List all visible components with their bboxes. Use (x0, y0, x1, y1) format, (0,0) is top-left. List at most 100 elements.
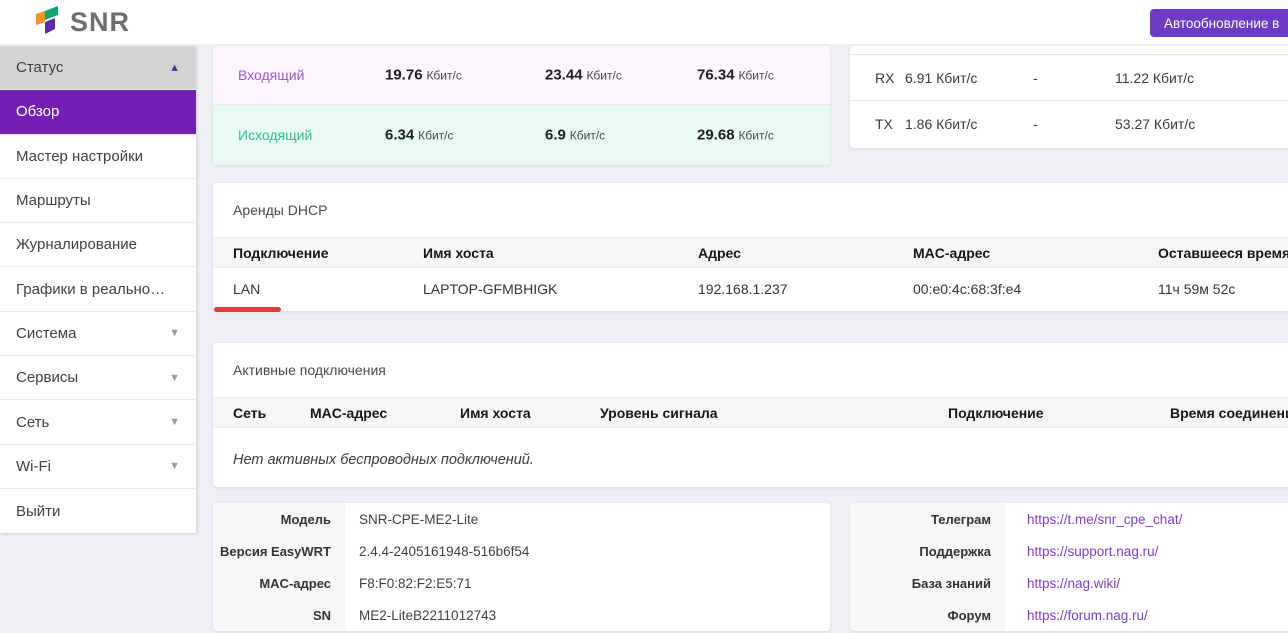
sidebar-item-setup-wizard[interactable]: Мастер настройки (0, 135, 196, 179)
traffic-label: Входящий (238, 67, 304, 83)
dhcp-table-row: LAN LAPTOP-GFMBHIGK 192.168.1.237 00:e0:… (213, 268, 1288, 310)
info-label: Модель (213, 503, 345, 535)
sidebar-item-label: Сервисы (16, 369, 78, 386)
sidebar-item-services[interactable]: Сервисы ▼ (0, 356, 196, 400)
sidebar-item-system[interactable]: Система ▼ (0, 312, 196, 356)
info-row-mac: MAC-адрес F8:F0:82:F2:E5:71 (213, 567, 830, 599)
sidebar-item-overview[interactable]: Обзор (0, 90, 196, 134)
support-link[interactable]: https://support.nag.ru/ (1027, 544, 1158, 559)
dhcp-connection-cell: LAN (233, 281, 260, 297)
traffic-value: 76.34 Кбит/с (697, 67, 774, 84)
column-header: Время соединения (1170, 405, 1288, 421)
top-header: SNR Автообновление в (0, 0, 1288, 44)
support-links-card: Телеграм https://t.me/snr_cpe_chat/ Подд… (850, 503, 1288, 631)
link-label: Телеграм (850, 503, 1005, 535)
active-connections-title: Активные подключения (213, 343, 1288, 397)
column-header: Подключение (948, 405, 1044, 421)
telegram-link[interactable]: https://t.me/snr_cpe_chat/ (1027, 512, 1182, 527)
sidebar-item-network[interactable]: Сеть ▼ (0, 400, 196, 444)
column-header: Оставшееся время а (1158, 245, 1288, 261)
auto-refresh-button[interactable]: Автообновление в (1150, 9, 1288, 37)
chevron-down-icon: ▼ (169, 327, 180, 339)
wan-stats-card: RX 6.91 Кбит/с - 11.22 Кбит/с TX 1.86 Кб… (850, 46, 1288, 148)
wan-card-top-strip (850, 46, 1288, 55)
chevron-down-icon: ▼ (169, 460, 180, 472)
traffic-value: 6.9 Кбит/с (545, 127, 605, 144)
sidebar-nav: Статус ▲ Обзор Мастер настройки Маршруты… (0, 46, 196, 533)
dhcp-address-cell: 192.168.1.237 (698, 281, 788, 297)
traffic-value: 29.68 Кбит/с (697, 127, 774, 144)
sidebar-item-realtime-graphs[interactable]: Графики в реальном в... (0, 267, 196, 311)
traffic-value: 6.34 Кбит/с (385, 127, 454, 144)
dhcp-table-header: Подключение Имя хоста Адрес MAC-адрес Ос… (213, 237, 1288, 268)
sidebar-item-label: Выйти (16, 503, 60, 520)
rx-dash: - (1033, 70, 1038, 86)
traffic-label: Исходящий (238, 127, 312, 143)
logo-text: SNR (70, 5, 130, 39)
column-header: Уровень сигнала (600, 405, 718, 421)
traffic-value: 23.44 Кбит/с (545, 67, 622, 84)
column-header: Сеть (233, 405, 266, 421)
sidebar-item-logging[interactable]: Журналирование (0, 223, 196, 267)
link-row-forum: Форум https://forum.nag.ru/ (850, 599, 1288, 631)
traffic-row-incoming: Входящий 19.76 Кбит/с 23.44 Кбит/с 76.34… (213, 46, 830, 105)
info-row-serial: SN ME2-LiteB2211012743 (213, 599, 830, 631)
info-row-firmware: Версия EasyWRT 2.4.4-2405161948-516b6f54 (213, 535, 830, 567)
tx-label: TX (875, 116, 893, 132)
column-header: Подключение (233, 245, 329, 261)
snr-logo: SNR (34, 5, 130, 39)
link-row-knowledge-base: База знаний https://nag.wiki/ (850, 567, 1288, 599)
rx-value-2: 11.22 Кбит/с (1115, 70, 1194, 86)
tx-dash: - (1033, 116, 1038, 132)
chevron-up-icon: ▲ (169, 62, 180, 74)
info-value: SNR-CPE-ME2-Lite (345, 512, 478, 527)
traffic-summary-card: Входящий 19.76 Кбит/с 23.44 Кбит/с 76.34… (213, 46, 830, 165)
link-label: Форум (850, 599, 1005, 631)
tx-value-2: 53.27 Кбит/с (1115, 116, 1195, 132)
column-header: Адрес (698, 245, 741, 261)
traffic-value: 19.76 Кбит/с (385, 67, 462, 84)
sidebar-item-label: Маршруты (16, 192, 91, 209)
dhcp-card-title: Аренды DHCP (213, 183, 1288, 237)
dhcp-hostname-cell: LAPTOP-GFMBHIGK (423, 281, 557, 297)
link-label: База знаний (850, 567, 1005, 599)
sidebar-item-logout[interactable]: Выйти (0, 489, 196, 533)
sidebar-item-label: Обзор (16, 103, 59, 120)
wan-row-rx: RX 6.91 Кбит/с - 11.22 Кбит/с (850, 55, 1288, 101)
info-label: Версия EasyWRT (213, 535, 345, 567)
sidebar-item-label: Сеть (16, 414, 49, 431)
chevron-down-icon: ▼ (169, 372, 180, 384)
column-header: Имя хоста (423, 245, 494, 261)
sidebar-item-label: Статус (16, 59, 63, 76)
info-label: MAC-адрес (213, 567, 345, 599)
tx-value-1: 1.86 Кбит/с (905, 116, 977, 132)
dhcp-mac-cell: 00:e0:4c:68:3f:e4 (913, 281, 1021, 297)
no-active-connections-message: Нет активных беспроводных подключений. (213, 428, 1288, 468)
sidebar-item-label: Мастер настройки (16, 148, 143, 165)
sidebar-item-label: Журналирование (16, 236, 137, 253)
traffic-row-outgoing: Исходящий 6.34 Кбит/с 6.9 Кбит/с 29.68 К… (213, 105, 830, 165)
info-value: F8:F0:82:F2:E5:71 (345, 576, 472, 591)
device-info-card: Модель SNR-CPE-ME2-Lite Версия EasyWRT 2… (213, 503, 830, 631)
forum-link[interactable]: https://forum.nag.ru/ (1027, 608, 1148, 623)
active-connections-header: Сеть MAC-адрес Имя хоста Уровень сигнала… (213, 397, 1288, 428)
active-connections-card: Активные подключения Сеть MAC-адрес Имя … (213, 343, 1288, 487)
link-row-support: Поддержка https://support.nag.ru/ (850, 535, 1288, 567)
link-label: Поддержка (850, 535, 1005, 567)
sidebar-item-label: Wi-Fi (16, 458, 51, 475)
sidebar-item-wifi[interactable]: Wi-Fi ▼ (0, 445, 196, 489)
dhcp-leases-card: Аренды DHCP Подключение Имя хоста Адрес … (213, 183, 1288, 311)
chevron-down-icon: ▼ (169, 416, 180, 428)
sidebar-item-label: Графики в реальном в... (16, 281, 166, 298)
sidebar-item-label: Система (16, 325, 76, 342)
sidebar-item-routes[interactable]: Маршруты (0, 179, 196, 223)
column-header: MAC-адрес (913, 245, 990, 261)
knowledge-base-link[interactable]: https://nag.wiki/ (1027, 576, 1120, 591)
link-row-telegram: Телеграм https://t.me/snr_cpe_chat/ (850, 503, 1288, 535)
column-header: MAC-адрес (310, 405, 387, 421)
info-label: SN (213, 599, 345, 631)
info-value: 2.4.4-2405161948-516b6f54 (345, 544, 529, 559)
info-row-model: Модель SNR-CPE-ME2-Lite (213, 503, 830, 535)
sidebar-item-status[interactable]: Статус ▲ (0, 46, 196, 90)
dhcp-lease-time-cell: 11ч 59м 52с (1158, 281, 1235, 297)
